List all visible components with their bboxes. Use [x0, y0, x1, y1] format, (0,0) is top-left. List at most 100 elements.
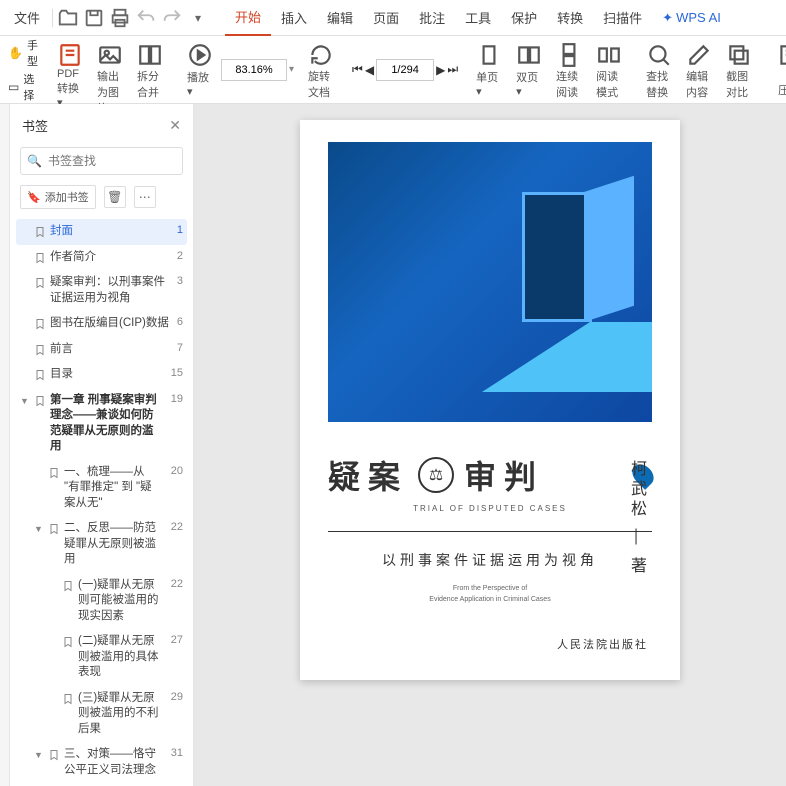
tab-convert[interactable]: 转换	[547, 0, 593, 36]
toolbar: ✋手型 ▭选择 PDF转换▾ 输出为图片 拆分合并▾ 播放▾ ▾ 旋转文档▾ ⏮…	[0, 36, 786, 104]
bookmark-icon	[34, 394, 46, 408]
bookmark-page: 6	[177, 316, 183, 328]
bookmark-item[interactable]: 疑案审判：以刑事案件证据运用为视角3	[16, 270, 187, 311]
next-page-icon[interactable]: ▶	[436, 63, 445, 77]
bookmark-item[interactable]: ▼第一章 刑事疑案审判理念——兼谈如何防范疑罪从无原则的滥用19	[16, 388, 187, 460]
bookmark-label: (三)疑罪从无原则被滥用的不利后果	[78, 691, 163, 738]
tab-insert[interactable]: 插入	[271, 0, 317, 36]
double-page[interactable]: 双页▾	[510, 42, 548, 98]
bookmark-item[interactable]: (二)疑罪从无原则被滥用的具体表现27	[16, 629, 187, 686]
bookmark-item[interactable]: 封面 1	[16, 219, 187, 245]
bookmark-label: 图书在版编目(CIP)数据	[50, 316, 169, 332]
find-replace[interactable]: 查找替换	[640, 42, 678, 98]
sidebar-title: 书签	[22, 116, 48, 135]
page-input[interactable]	[376, 59, 434, 81]
bookmark-item[interactable]: 作者简介 2	[16, 245, 187, 271]
bookmark-item[interactable]: 目录 15	[16, 362, 187, 388]
bookmark-label: 封面	[50, 224, 169, 240]
bookmark-label: 一、梳理——从 "有罪推定" 到 "疑案从无"	[64, 465, 163, 512]
page-cover: 疑案 ⚖ 审判 TRIAL OF DISPUTED CASES 以刑事案件证据运…	[300, 120, 680, 680]
tab-tools[interactable]: 工具	[455, 0, 501, 36]
compress[interactable]: 压缩	[770, 42, 786, 98]
bookmark-page: 31	[171, 747, 183, 759]
bookmark-label: 前言	[50, 342, 169, 358]
select-tool[interactable]: ▭选择	[8, 71, 39, 103]
undo-icon[interactable]	[135, 7, 157, 29]
bookmark-page: 1	[177, 224, 183, 236]
prev-page-icon[interactable]: ◀	[365, 63, 374, 77]
wps-ai[interactable]: ✦WPS AI	[652, 0, 731, 36]
bookmark-icon	[48, 522, 60, 536]
cover-author: 柯武松 — 著	[624, 460, 648, 577]
hand-tool[interactable]: ✋手型	[8, 37, 39, 69]
bookmark-item[interactable]: (一)疑罪从无原则可能被滥用的现实因素22	[16, 573, 187, 630]
export-image[interactable]: 输出为图片	[91, 42, 129, 98]
bookmark-icon	[62, 579, 74, 593]
bookmark-icon	[48, 748, 60, 762]
bookmark-search-input[interactable]	[48, 154, 203, 168]
bookmark-item[interactable]: 前言7	[16, 337, 187, 363]
last-page-icon[interactable]: ⏭	[447, 62, 458, 77]
bookmark-label: 三、对策——恪守公平正义司法理念	[64, 747, 163, 778]
tab-page[interactable]: 页面	[363, 0, 409, 36]
tab-protect[interactable]: 保护	[501, 0, 547, 36]
bookmark-icon	[34, 368, 46, 382]
bookmark-icon	[62, 635, 74, 649]
play-button[interactable]: 播放▾	[181, 42, 219, 98]
bookmark-page: 22	[171, 578, 183, 590]
chevron-icon: ▼	[34, 750, 44, 760]
continuous-read[interactable]: 连续阅读	[550, 42, 588, 98]
bookmark-icon	[34, 225, 46, 239]
menu-file[interactable]: 文件	[4, 0, 50, 36]
read-mode[interactable]: 阅读模式	[590, 42, 628, 98]
zoom-input[interactable]	[221, 59, 287, 81]
crop-compare[interactable]: 截图对比	[720, 42, 758, 98]
first-page-icon[interactable]: ⏮	[352, 62, 363, 77]
bookmark-page: 20	[171, 465, 183, 477]
tab-start[interactable]: 开始	[225, 0, 271, 36]
open-icon[interactable]	[57, 7, 79, 29]
bookmark-list: 封面 1 作者简介 2 疑案审判：以刑事案件证据运用为视角3 图书在版编目(CIP)数据 6…	[10, 219, 193, 778]
print-icon[interactable]	[109, 7, 131, 29]
bookmark-page: 2	[177, 250, 183, 262]
cover-subtitle: 以刑事案件证据运用为视角	[328, 550, 652, 570]
document-canvas[interactable]: 疑案 ⚖ 审判 TRIAL OF DISPUTED CASES 以刑事案件证据运…	[194, 104, 786, 786]
app-window: 文件 ▾ 开始 插入 编辑 页面 批注 工具 保护 转换 扫描件 ✦WPS AI…	[0, 0, 786, 786]
tab-comment[interactable]: 批注	[409, 0, 455, 36]
redo-icon[interactable]	[161, 7, 183, 29]
bookmark-page: 19	[171, 393, 183, 405]
split-merge[interactable]: 拆分合并▾	[131, 42, 169, 98]
bookmark-label: 目录	[50, 367, 163, 383]
single-page[interactable]: 单页▾	[470, 42, 508, 98]
sidebar-rail[interactable]	[0, 104, 10, 786]
bookmark-item[interactable]: 图书在版编目(CIP)数据 6	[16, 311, 187, 337]
tab-edit[interactable]: 编辑	[317, 0, 363, 36]
close-icon[interactable]: ✕	[169, 117, 181, 134]
bookmark-icon	[34, 317, 46, 331]
bookmark-item[interactable]: ▼ 三、对策——恪守公平正义司法理念 31	[16, 742, 187, 778]
more-icon[interactable]: ⋯	[134, 186, 156, 208]
edit-content[interactable]: 编辑内容	[680, 42, 718, 98]
cover-en: TRIAL OF DISPUTED CASES	[328, 504, 652, 513]
bookmark-search[interactable]: 🔍	[20, 147, 183, 175]
add-bookmark[interactable]: 🔖添加书签	[20, 185, 96, 209]
bookmark-label: 作者简介	[50, 250, 169, 266]
delete-bookmark-icon[interactable]: 🗑	[104, 186, 126, 208]
bookmark-page: 29	[171, 691, 183, 703]
dropdown-icon[interactable]: ▾	[187, 7, 209, 29]
save-icon[interactable]	[83, 7, 105, 29]
bookmark-page: 15	[171, 367, 183, 379]
gavel-icon: ⚖	[418, 457, 454, 493]
tab-scan[interactable]: 扫描件	[593, 0, 652, 36]
search-icon: 🔍	[27, 154, 42, 168]
bookmark-page: 3	[177, 275, 183, 287]
bookmark-label: 第一章 刑事疑案审判理念——兼谈如何防范疑罪从无原则的滥用	[50, 393, 163, 455]
rotate-button[interactable]: 旋转文档▾	[302, 42, 340, 98]
bookmark-item[interactable]: (三)疑罪从无原则被滥用的不利后果 29	[16, 686, 187, 743]
zoom-dropdown-icon[interactable]: ▾	[289, 64, 294, 75]
pdf-convert[interactable]: PDF转换▾	[51, 42, 89, 98]
bookmark-icon	[48, 466, 60, 480]
bookmark-icon	[62, 692, 74, 706]
bookmark-item[interactable]: 一、梳理——从 "有罪推定" 到 "疑案从无" 20	[16, 460, 187, 517]
bookmark-item[interactable]: ▼二、反思——防范疑罪从无原则被滥用22	[16, 516, 187, 573]
